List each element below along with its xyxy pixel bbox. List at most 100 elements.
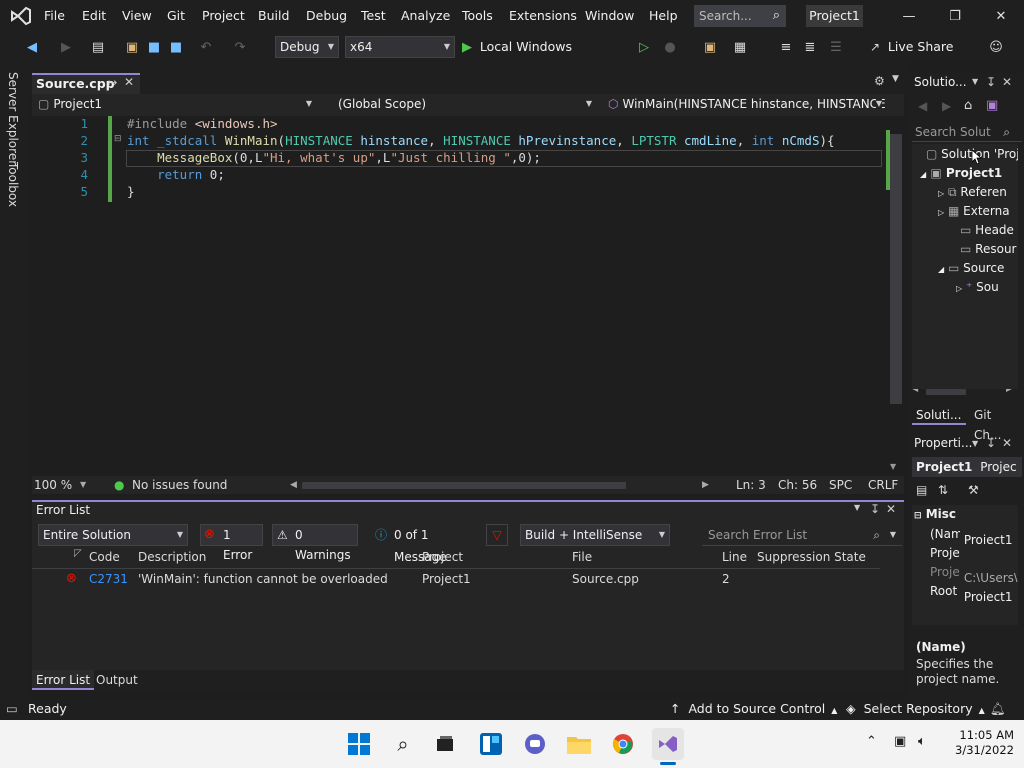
tree-item-source-file[interactable]: ▷ ⁺ Sou bbox=[956, 278, 1018, 297]
solution-search-input[interactable]: Search Solut ⌕ bbox=[912, 122, 1022, 142]
line-ending-indicator[interactable]: CRLF bbox=[868, 476, 898, 494]
error-search-input[interactable]: Search Error List ⌕ ▼ bbox=[702, 524, 902, 546]
chevron-down-icon[interactable]: ▼ bbox=[892, 74, 899, 84]
column-project[interactable]: Project bbox=[422, 548, 463, 566]
close-tab-icon[interactable]: ✕ bbox=[124, 75, 134, 89]
start-without-debugging-icon[interactable]: ▷ bbox=[634, 37, 654, 57]
tree-item-resource[interactable]: ▭ Resour bbox=[960, 240, 1018, 259]
platform-select[interactable]: x64 ▼ bbox=[345, 36, 455, 58]
scroll-left-icon[interactable]: ◀ bbox=[290, 476, 297, 494]
menu-git[interactable]: Git bbox=[163, 0, 189, 32]
warnings-filter-button[interactable]: ⚠ 0 Warnings bbox=[272, 524, 358, 562]
task-view-icon[interactable] bbox=[430, 728, 460, 760]
visual-studio-taskbar-icon[interactable] bbox=[652, 728, 684, 760]
scope-dropdown[interactable]: (Global Scope) ▼ bbox=[320, 94, 596, 116]
scroll-right-icon[interactable]: ▶ bbox=[702, 476, 709, 494]
menu-file[interactable]: File bbox=[40, 0, 69, 32]
settings-icon[interactable]: ⚙ bbox=[874, 74, 885, 88]
column-suppression[interactable]: Suppression State bbox=[757, 548, 866, 566]
tree-item-external[interactable]: ▷ ▦ Externa bbox=[938, 202, 1018, 221]
menu-project[interactable]: Project bbox=[198, 0, 249, 32]
comment-icon[interactable]: ☰ bbox=[826, 37, 846, 57]
back-icon[interactable]: ◀ bbox=[918, 99, 927, 113]
chevron-down-icon[interactable]: ▼ bbox=[972, 439, 978, 448]
notifications-icon[interactable]: 🔔︎ bbox=[990, 698, 1006, 720]
close-icon[interactable]: ✕ bbox=[886, 502, 896, 516]
file-explorer-icon[interactable] bbox=[564, 728, 594, 760]
menu-edit[interactable]: Edit bbox=[78, 0, 110, 32]
close-icon[interactable]: ✕ bbox=[1002, 436, 1012, 450]
menu-build[interactable]: Build bbox=[254, 0, 293, 32]
widgets-icon[interactable] bbox=[476, 728, 506, 760]
code-editor[interactable]: 1 2 3 4 5 ⊟ #include <windows.h> int _st… bbox=[32, 116, 888, 476]
toolbox-tab[interactable]: Toolbox bbox=[6, 162, 20, 207]
menu-test[interactable]: Test bbox=[357, 0, 390, 32]
network-icon[interactable]: ▣ bbox=[894, 734, 906, 749]
forward-icon[interactable]: ▶ bbox=[56, 37, 76, 57]
chrome-icon[interactable] bbox=[608, 728, 638, 760]
undo-icon[interactable]: ↶ bbox=[196, 37, 216, 57]
pin-icon[interactable]: ↦ bbox=[108, 76, 117, 89]
menu-debug[interactable]: Debug bbox=[302, 0, 351, 32]
tab-git-changes[interactable]: Git Ch... bbox=[970, 405, 1020, 442]
project-dropdown[interactable]: ▢ Project1 ▼ bbox=[34, 94, 316, 116]
menu-extensions[interactable]: Extensions bbox=[505, 0, 581, 32]
taskbar-search-icon[interactable]: ⌕ bbox=[388, 728, 418, 760]
scroll-thumb[interactable] bbox=[926, 389, 966, 395]
categorized-icon[interactable]: ▤ bbox=[916, 483, 927, 497]
tab-error-list[interactable]: Error List bbox=[32, 670, 95, 690]
maximize-icon[interactable]: ❐ bbox=[932, 0, 978, 32]
pin-icon[interactable]: ↧ bbox=[870, 502, 880, 516]
pin-icon[interactable]: ↧ bbox=[986, 436, 996, 450]
properties-object-select[interactable]: Project1 Projec bbox=[912, 457, 1022, 477]
zoom-level[interactable]: 100 % bbox=[34, 476, 72, 494]
forward-icon[interactable]: ▶ bbox=[942, 99, 951, 113]
hot-reload-icon[interactable]: ● bbox=[660, 37, 680, 57]
issues-status[interactable]: No issues found bbox=[132, 476, 227, 494]
alphabetical-icon[interactable]: ⇅ bbox=[938, 483, 948, 497]
new-item-icon[interactable]: ▤ bbox=[88, 37, 108, 57]
chevron-up-icon[interactable]: ⌃ bbox=[866, 734, 877, 749]
open-folder-icon[interactable]: ▣ bbox=[122, 37, 142, 57]
teams-chat-icon[interactable] bbox=[520, 728, 550, 760]
chevron-down-icon[interactable]: ▼ bbox=[854, 503, 860, 512]
close-icon[interactable]: ✕ bbox=[1002, 75, 1012, 89]
sort-icon[interactable]: ◸ bbox=[74, 548, 82, 559]
property-row[interactable]: Root Project1 bbox=[930, 582, 1018, 601]
column-code[interactable]: Code bbox=[89, 548, 120, 566]
back-icon[interactable]: ◀ bbox=[22, 37, 42, 57]
save-all-icon[interactable]: ■ bbox=[166, 37, 186, 57]
property-row[interactable]: Proje C:\Users\V bbox=[930, 563, 1018, 582]
whitespace-indicator[interactable]: SPC bbox=[829, 476, 852, 494]
property-pages-icon[interactable]: ⚒ bbox=[968, 483, 979, 497]
menu-tools[interactable]: Tools bbox=[458, 0, 497, 32]
indent-icon[interactable]: ≣ bbox=[800, 37, 820, 57]
collapse-icon[interactable]: ⊟ bbox=[114, 134, 122, 144]
toolbar-layout-icon[interactable]: ▦ bbox=[730, 37, 750, 57]
tree-item-source[interactable]: ◢ ▭ Source bbox=[938, 259, 1018, 278]
menu-help[interactable]: Help bbox=[645, 0, 682, 32]
start-debugging-button[interactable]: ▶ Local Windows Debugger ▼ bbox=[462, 36, 632, 77]
chevron-down-icon[interactable]: ▼ bbox=[80, 476, 86, 494]
property-row[interactable]: Proje bbox=[930, 544, 1018, 563]
clock[interactable]: 11:05 AM 3/31/2022 bbox=[946, 728, 1014, 758]
server-explorer-tab[interactable]: Server Explorer bbox=[6, 72, 20, 165]
tab-source-cpp[interactable]: Source.cpp ↦ ✕ bbox=[32, 73, 140, 94]
scroll-thumb[interactable] bbox=[890, 134, 902, 404]
horizontal-scroll-thumb[interactable] bbox=[302, 482, 626, 489]
member-dropdown[interactable]: ⬡ WinMain(HINSTANCE hinstance, HINSTANCE … bbox=[604, 94, 886, 116]
property-row[interactable]: (Nam Project1 bbox=[930, 525, 1018, 544]
messages-filter-button[interactable]: ⓘ 0 of 1 Message bbox=[372, 524, 476, 564]
scroll-down-icon[interactable]: ▼ bbox=[890, 462, 896, 471]
menu-view[interactable]: View bbox=[118, 0, 156, 32]
close-icon[interactable]: ✕ bbox=[978, 0, 1024, 32]
column-description[interactable]: Description bbox=[138, 548, 206, 566]
error-code-link[interactable]: C2731 bbox=[89, 570, 128, 588]
feedback-icon[interactable]: ☺ bbox=[986, 37, 1006, 57]
solution-explorer-icon[interactable]: ▣ bbox=[700, 37, 720, 57]
chevron-down-icon[interactable]: ▼ bbox=[972, 77, 978, 86]
filter-icon[interactable]: ▽ bbox=[486, 524, 508, 546]
redo-icon[interactable]: ↷ bbox=[230, 37, 250, 57]
column-file[interactable]: File bbox=[572, 548, 592, 566]
menu-analyze[interactable]: Analyze bbox=[397, 0, 454, 32]
